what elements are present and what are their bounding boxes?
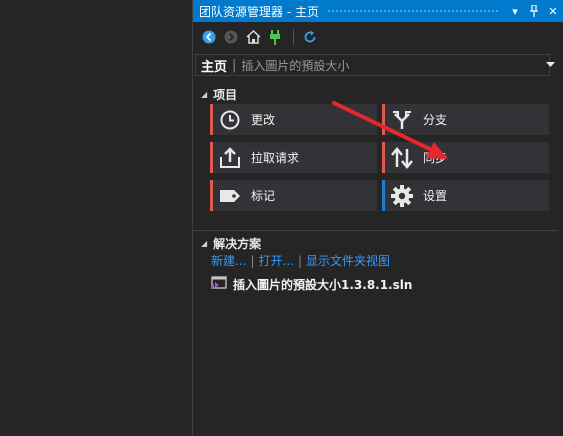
annotation-arrow [332, 101, 448, 159]
